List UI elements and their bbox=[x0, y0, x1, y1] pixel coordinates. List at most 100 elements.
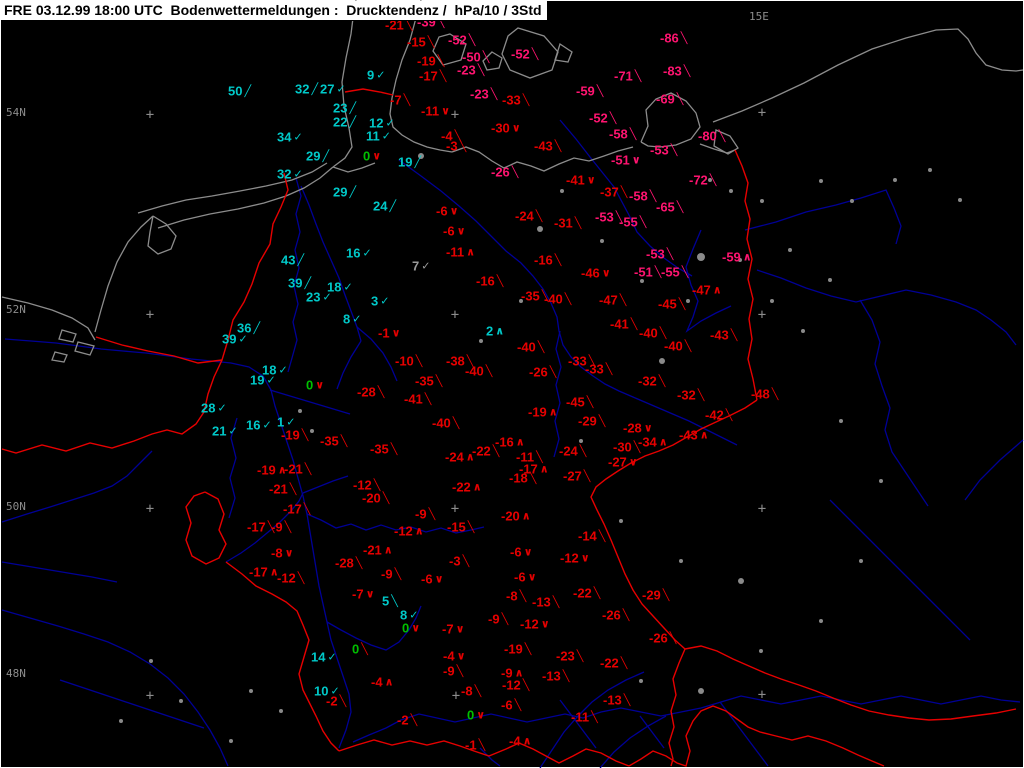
pressure-tendency-value: -8 bbox=[271, 545, 283, 561]
pressure-tendency-value: -53 bbox=[595, 209, 614, 225]
station-report: -9 ╲ bbox=[443, 664, 463, 678]
pressure-tendency-value: -40 bbox=[432, 415, 451, 431]
pressure-tendency-value: 24 bbox=[373, 198, 388, 214]
station-report: -12 ∨ bbox=[560, 551, 590, 565]
station-report: -40 ╲ bbox=[639, 326, 666, 340]
graticule-label: 50N bbox=[6, 500, 26, 513]
tendency-symbol-check: ✓ bbox=[381, 129, 391, 143]
station-report: -43 ∧ bbox=[679, 428, 709, 442]
tendency-symbol-fall: ╲ bbox=[676, 200, 684, 214]
pressure-tendency-value: -38 bbox=[446, 353, 465, 369]
station-report: -11 ∨ bbox=[421, 104, 450, 118]
station-report: -1 ╲ bbox=[465, 738, 485, 752]
tendency-symbol-check: ✓ bbox=[421, 259, 431, 273]
pressure-tendency-value: -80 bbox=[698, 128, 717, 144]
station-report: -21 ╲ bbox=[284, 462, 311, 476]
tendency-symbol-fall: ╲ bbox=[482, 50, 490, 64]
river-fr3 bbox=[1, 609, 229, 767]
station-report: -30 ∨ bbox=[491, 121, 521, 135]
station-report: -11 ╲ bbox=[571, 710, 598, 724]
tendency-symbol-vee: ∨ bbox=[391, 326, 401, 340]
tendency-symbol-fall: ╲ bbox=[579, 444, 587, 458]
tendency-symbol-rise: ╱ bbox=[297, 253, 305, 267]
tendency-symbol-fall: ╲ bbox=[554, 253, 562, 267]
station-report: -6 ∨ bbox=[510, 545, 533, 559]
station-report: -52 ╲ bbox=[589, 111, 616, 125]
pressure-tendency-value: -13 bbox=[532, 594, 551, 610]
tendency-symbol-fall: ╲ bbox=[467, 520, 475, 534]
station-report: -35 ╲ bbox=[415, 374, 442, 388]
station-report: 0 ∨ bbox=[363, 149, 381, 163]
station-report: -52 ╲ bbox=[511, 47, 538, 61]
station-report: -6 ∨ bbox=[436, 204, 459, 218]
tendency-symbol-fall: ╲ bbox=[709, 173, 717, 187]
station-report: -19 ╲ bbox=[504, 642, 531, 656]
pressure-tendency-value: -45 bbox=[658, 296, 677, 312]
tendency-symbol-fall: ╲ bbox=[771, 387, 779, 401]
pressure-tendency-value: -17 bbox=[283, 501, 302, 517]
station-report: -22 ╲ bbox=[600, 656, 627, 670]
station-report: -23 ╲ bbox=[556, 649, 583, 663]
river-isar2 bbox=[599, 715, 667, 768]
tendency-symbol-hat: ∧ bbox=[466, 245, 476, 259]
pressure-tendency-value: -40 bbox=[544, 291, 563, 307]
pressure-tendency-value: -86 bbox=[660, 30, 679, 46]
river-alp3 bbox=[639, 715, 665, 749]
tendency-symbol-rise: ╱ bbox=[253, 321, 261, 335]
tendency-symbol-fall: ╲ bbox=[390, 442, 398, 456]
station-report: -22 ╲ bbox=[472, 444, 499, 458]
tendency-symbol-fall: ╲ bbox=[583, 469, 591, 483]
pressure-tendency-value: -21 bbox=[284, 461, 303, 477]
station-report: -4 ∧ bbox=[371, 675, 394, 689]
pressure-tendency-value: -30 bbox=[613, 439, 632, 455]
station-report: 22 ╱ bbox=[333, 115, 356, 129]
station-report: -28 ╲ bbox=[357, 385, 384, 399]
tendency-symbol-fall: ╲ bbox=[459, 139, 467, 153]
tendency-symbol-fall: ╲ bbox=[403, 93, 411, 107]
pressure-tendency-value: -59 bbox=[722, 249, 741, 265]
pressure-tendency-value: -6 bbox=[514, 569, 526, 585]
tendency-symbol-rise: ╱ bbox=[389, 199, 397, 213]
station-report: -86 ╲ bbox=[660, 31, 687, 45]
pressure-tendency-value: -21 bbox=[363, 542, 382, 558]
pressure-tendency-value: -19 bbox=[257, 462, 276, 478]
tendency-symbol-fall: ╲ bbox=[297, 571, 305, 585]
tendency-symbol-hat: ∧ bbox=[699, 428, 709, 442]
tendency-symbol-vee: ∨ bbox=[411, 621, 421, 635]
station-report: 21 ✓ bbox=[212, 424, 238, 438]
station-report: -13 ╲ bbox=[532, 595, 559, 609]
tendency-symbol-fall: ╲ bbox=[303, 502, 311, 516]
pressure-tendency-value: -9 bbox=[443, 663, 455, 679]
tendency-symbol-fall: ╲ bbox=[435, 374, 443, 388]
station-report: 39 ✓ bbox=[222, 332, 248, 346]
tendency-symbol-fall: ╲ bbox=[549, 365, 557, 379]
pressure-tendency-value: -11 bbox=[421, 103, 440, 119]
coast-holland bbox=[94, 215, 154, 333]
station-report: -40 ╲ bbox=[664, 339, 691, 353]
station-report: -19 ╲ bbox=[281, 428, 308, 442]
station-report: 29 ╱ bbox=[333, 185, 356, 199]
tendency-symbol-check: ✓ bbox=[266, 373, 276, 387]
pressure-tendency-value: -29 bbox=[642, 587, 661, 603]
tendency-symbol-vee: ∨ bbox=[476, 708, 486, 722]
pressure-tendency-value: 16 bbox=[346, 245, 361, 261]
graticule-label: 54N bbox=[6, 106, 26, 119]
station-report: -40 ╲ bbox=[517, 340, 544, 354]
pressure-tendency-value: -71 bbox=[614, 68, 633, 84]
station-report: -13 ╲ bbox=[603, 693, 630, 707]
station-report: -9 ╲ bbox=[415, 507, 435, 521]
pressure-tendency-value: -15 bbox=[447, 519, 466, 535]
tendency-symbol-fall: ╲ bbox=[531, 47, 539, 61]
pressure-tendency-value: -43 bbox=[534, 138, 553, 154]
pressure-tendency-value: 0 bbox=[467, 707, 475, 723]
station-report: -27 ╲ bbox=[563, 469, 590, 483]
tendency-symbol-fall: ╲ bbox=[683, 64, 691, 78]
station-report: 8 ✓ bbox=[343, 312, 361, 326]
pressure-tendency-value: -52 bbox=[448, 32, 467, 48]
pressure-tendency-value: 21 bbox=[212, 423, 227, 439]
station-report: 27 ✓ bbox=[320, 82, 346, 96]
tendency-symbol-hat: ∧ bbox=[495, 324, 505, 338]
tendency-symbol-vee: ∨ bbox=[372, 149, 382, 163]
station-report: -40 ╲ bbox=[544, 292, 571, 306]
station-report: -51 ╲ bbox=[634, 265, 661, 279]
